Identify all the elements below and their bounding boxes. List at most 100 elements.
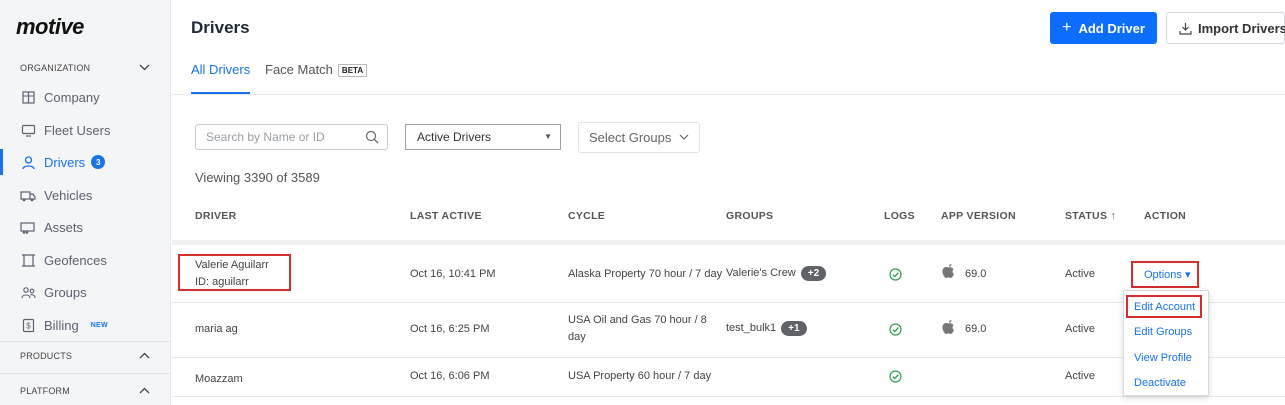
sidebar-item-company[interactable]: Company	[0, 84, 170, 110]
chevron-up-icon[interactable]	[139, 62, 150, 74]
driver-status-select[interactable]: Active Drivers ▼	[405, 124, 561, 150]
app-version: 69.0	[965, 323, 987, 335]
options-highlight-box	[1131, 261, 1199, 288]
sidebar-item-label: Billing	[44, 317, 79, 333]
last-active: Oct 16, 6:06 PM	[410, 370, 490, 382]
menu-item-deactivate[interactable]: Deactivate	[1134, 377, 1186, 389]
status: Active	[1065, 370, 1095, 382]
search-icon[interactable]	[365, 130, 379, 147]
last-active: Oct 16, 10:41 PM	[410, 268, 496, 280]
status: Active	[1065, 268, 1095, 280]
truck-icon	[20, 187, 36, 203]
group: test_bulk1 +1	[726, 321, 807, 336]
add-driver-label: Add Driver	[1078, 20, 1145, 36]
sidebar-divider	[0, 373, 170, 374]
apple-icon	[942, 320, 954, 334]
log-ok-icon	[889, 268, 902, 281]
group: Valerie's Crew +2	[726, 266, 827, 281]
chevron-up-icon[interactable]	[139, 350, 150, 362]
caret-down-icon: ▼	[544, 132, 552, 141]
chevron-up-icon[interactable]	[139, 385, 150, 397]
driver-highlight-box	[178, 254, 291, 291]
beta-badge: BETA	[337, 64, 368, 77]
add-driver-button[interactable]: + Add Driver	[1050, 12, 1157, 44]
section-products-label: PRODUCTS	[20, 351, 73, 361]
sidebar-item-fleet-users[interactable]: Fleet Users	[0, 117, 170, 143]
import-icon	[1179, 22, 1192, 35]
import-drivers-button[interactable]: Import Drivers	[1166, 12, 1285, 44]
trailer-icon	[20, 219, 36, 235]
page-title: Drivers	[191, 18, 250, 37]
group-name: test_bulk1	[726, 322, 777, 334]
chevron-down-icon	[679, 132, 689, 143]
groups-select[interactable]: Select Groups	[578, 122, 700, 153]
section-organization[interactable]: ORGANIZATION	[20, 62, 150, 74]
group-name: Valerie's Crew	[726, 267, 796, 279]
building-icon	[20, 89, 36, 105]
app-version: 69.0	[965, 268, 987, 280]
section-products[interactable]: PRODUCTS	[20, 350, 150, 362]
svg-text:$: $	[26, 321, 31, 330]
last-active: Oct 16, 6:25 PM	[410, 323, 490, 335]
sidebar-item-label: Groups	[44, 284, 87, 300]
billing-icon: $	[20, 317, 36, 333]
sidebar-item-groups[interactable]: Groups	[0, 279, 170, 305]
import-drivers-label: Import Drivers	[1198, 20, 1285, 36]
driver-name[interactable]: maria ag	[195, 323, 238, 335]
column-header-groups[interactable]: GROUPS	[726, 210, 773, 222]
main-content: Drivers + Add Driver Import Drivers All …	[172, 0, 1285, 405]
drivers-count-badge: 3	[91, 155, 106, 169]
driver-name[interactable]: Moazzam	[195, 373, 243, 385]
tab-face-match[interactable]: Face Match BETA	[265, 62, 368, 94]
sidebar-item-label: Drivers	[44, 154, 86, 170]
groups-select-label: Select Groups	[589, 130, 672, 145]
menu-item-view-profile[interactable]: View Profile	[1134, 352, 1192, 364]
sidebar-item-label: Assets	[44, 219, 84, 235]
sidebar-item-drivers[interactable]: Drivers 3	[0, 149, 170, 175]
edit-account-highlight-box	[1126, 295, 1202, 318]
menu-item-edit-groups[interactable]: Edit Groups	[1134, 326, 1192, 338]
column-header-action: ACTION	[1144, 210, 1187, 222]
sidebar-item-geofences[interactable]: Geofences	[0, 247, 170, 273]
row-divider	[172, 357, 1285, 358]
sidebar-item-label: Company	[44, 89, 100, 105]
table-header-divider	[172, 240, 1285, 245]
sidebar-divider	[0, 341, 170, 342]
section-platform-label: PLATFORM	[20, 386, 70, 396]
cycle: Alaska Property 70 hour / 7 day	[568, 268, 723, 280]
log-ok-icon	[889, 370, 902, 383]
sidebar-item-billing[interactable]: $ Billing NEW	[0, 312, 170, 338]
column-header-driver[interactable]: DRIVER	[195, 210, 236, 222]
plus-icon: +	[1062, 19, 1072, 36]
apple-icon	[942, 264, 954, 278]
driver-status-value: Active Drivers	[417, 130, 492, 144]
column-header-cycle[interactable]: CYCLE	[568, 210, 605, 222]
column-header-app-version[interactable]: APP VERSION	[941, 210, 1016, 222]
sidebar-item-assets[interactable]: Assets	[0, 214, 170, 240]
more-groups-pill[interactable]: +1	[781, 321, 807, 336]
new-badge: NEW	[90, 321, 108, 329]
section-platform[interactable]: PLATFORM	[20, 385, 150, 397]
viewing-count: Viewing 3390 of 3589	[195, 170, 320, 185]
sidebar-item-label: Vehicles	[44, 187, 93, 203]
sidebar: motive ORGANIZATION Company Fleet Users …	[0, 0, 171, 405]
column-header-last-active[interactable]: LAST ACTIVE	[410, 210, 482, 222]
cycle: USA Oil and Gas 70 hour / 8 day	[568, 314, 707, 343]
search-placeholder: Search by Name or ID	[206, 130, 325, 144]
geofence-icon	[20, 252, 36, 268]
row-divider	[172, 396, 1285, 397]
section-organization-label: ORGANIZATION	[20, 63, 91, 73]
status: Active	[1065, 323, 1095, 335]
more-groups-pill[interactable]: +2	[800, 266, 827, 281]
tab-face-match-label: Face Match	[265, 62, 333, 77]
log-ok-icon	[889, 323, 902, 336]
sidebar-item-vehicles[interactable]: Vehicles	[0, 182, 170, 208]
sidebar-item-label: Geofences	[44, 252, 107, 268]
motive-logo[interactable]: motive	[16, 14, 84, 40]
tabs-divider	[172, 94, 1285, 95]
column-header-status[interactable]: STATUS ↑	[1065, 210, 1116, 222]
search-input[interactable]: Search by Name or ID	[195, 124, 388, 150]
cycle: USA Property 60 hour / 7 day	[568, 370, 712, 382]
tab-all-drivers[interactable]: All Drivers	[191, 62, 251, 94]
column-header-logs[interactable]: LOGS	[884, 210, 915, 222]
